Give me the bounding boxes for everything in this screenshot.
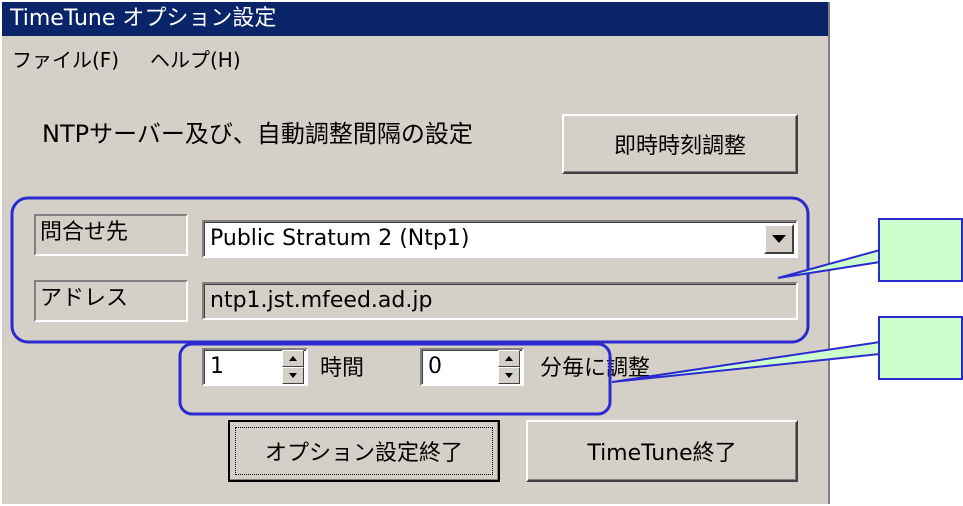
server-select[interactable]: Public Stratum 2 (Ntp1) — [202, 220, 798, 258]
address-label: アドレス — [40, 286, 129, 311]
minutes-value: 0 — [428, 354, 442, 379]
query-label-box: 問合せ先 — [34, 214, 188, 256]
hours-up-button[interactable] — [282, 350, 304, 367]
window-title: TimeTune オプション設定 — [10, 6, 277, 31]
hours-stepper[interactable]: 1 — [202, 348, 308, 386]
minutes-spinner — [498, 350, 522, 388]
hours-spinner — [282, 350, 306, 388]
options-window: TimeTune オプション設定 ファイル(F) ヘルプ(H) NTPサーバー及… — [2, 2, 830, 504]
minutes-down-button[interactable] — [498, 367, 520, 384]
address-label-box: アドレス — [34, 280, 188, 322]
hours-down-button[interactable] — [282, 367, 304, 384]
instant-adjust-button[interactable]: 即時時刻調整 — [562, 114, 798, 174]
hours-label: 時間 — [320, 356, 365, 381]
title-bar[interactable]: TimeTune オプション設定 — [2, 2, 828, 36]
dropdown-arrow-button[interactable] — [764, 224, 794, 254]
query-label: 問合せ先 — [40, 220, 129, 245]
address-field: ntp1.jst.mfeed.ad.jp — [202, 282, 798, 320]
callout-box-interval — [878, 316, 963, 380]
arrow-down-icon — [289, 373, 297, 378]
chevron-down-icon — [772, 235, 786, 243]
settings-heading: NTPサーバー及び、自動調整間隔の設定 — [42, 120, 473, 148]
arrow-up-icon — [289, 356, 297, 361]
menu-file[interactable]: ファイル(F) — [12, 38, 119, 82]
menu-bar: ファイル(F) ヘルプ(H) — [2, 38, 828, 82]
instant-adjust-label: 即時時刻調整 — [613, 134, 746, 159]
callout-box-server — [878, 218, 963, 282]
end-app-button[interactable]: TimeTune終了 — [526, 420, 798, 482]
address-value: ntp1.jst.mfeed.ad.jp — [210, 288, 433, 313]
end-options-button[interactable]: オプション設定終了 — [228, 420, 500, 482]
minutes-label: 分毎に調整 — [540, 356, 651, 381]
hours-value: 1 — [210, 354, 224, 379]
end-app-label: TimeTune終了 — [587, 441, 737, 466]
minutes-stepper[interactable]: 0 — [420, 348, 524, 386]
arrow-up-icon — [505, 356, 513, 361]
menu-help[interactable]: ヘルプ(H) — [150, 38, 241, 82]
minutes-up-button[interactable] — [498, 350, 520, 367]
arrow-down-icon — [505, 373, 513, 378]
server-select-value: Public Stratum 2 (Ntp1) — [210, 226, 470, 251]
end-options-label: オプション設定終了 — [264, 441, 463, 466]
